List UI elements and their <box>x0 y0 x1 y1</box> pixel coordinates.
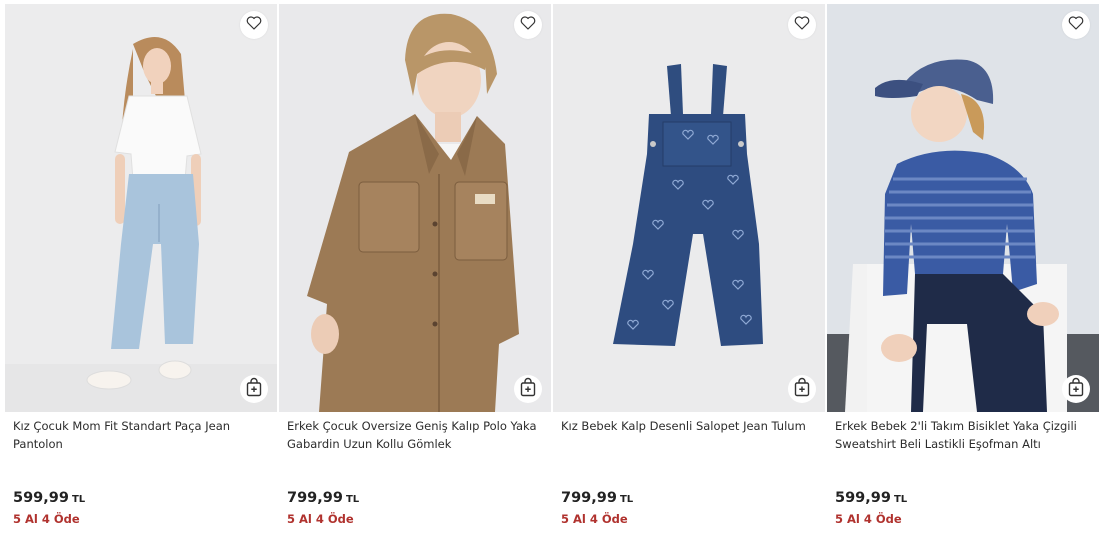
promo-label[interactable]: 5 Al 4 Öde <box>13 512 80 526</box>
price-value: 799,99 <box>287 490 343 506</box>
shopping-bag-plus-icon <box>793 377 811 401</box>
product-image[interactable] <box>827 4 1099 412</box>
product-grid: Kız Çocuk Mom Fit Standart Paça Jean Pan… <box>5 4 1099 534</box>
add-to-cart-button[interactable] <box>1062 375 1090 403</box>
product-title[interactable]: Kız Bebek Kalp Desenli Salopet Jean Tulu… <box>561 417 819 435</box>
product-image[interactable] <box>5 4 277 412</box>
promo-label[interactable]: 5 Al 4 Öde <box>287 512 354 526</box>
heart-outline-icon <box>245 14 263 36</box>
price-currency: TL <box>71 494 86 505</box>
product-card[interactable]: Erkek Bebek 2'li Takım Bisiklet Yaka Çiz… <box>827 4 1099 534</box>
shopping-bag-plus-icon <box>245 377 263 401</box>
promo-label[interactable]: 5 Al 4 Öde <box>561 512 628 526</box>
favorite-button[interactable] <box>240 11 268 39</box>
price-value: 599,99 <box>13 490 69 506</box>
product-title[interactable]: Erkek Çocuk Oversize Geniş Kalıp Polo Ya… <box>287 417 545 453</box>
product-card[interactable]: Kız Çocuk Mom Fit Standart Paça Jean Pan… <box>5 4 277 534</box>
add-to-cart-button[interactable] <box>788 375 816 403</box>
shopping-bag-plus-icon <box>519 377 537 401</box>
product-photo-denim-overalls <box>553 4 825 412</box>
product-price: 799,99 TL <box>287 490 359 506</box>
product-title[interactable]: Erkek Bebek 2'li Takım Bisiklet Yaka Çiz… <box>835 417 1093 453</box>
price-value: 799,99 <box>561 490 617 506</box>
product-title[interactable]: Kız Çocuk Mom Fit Standart Paça Jean Pan… <box>13 417 271 453</box>
price-currency: TL <box>619 494 634 505</box>
product-card[interactable]: Erkek Çocuk Oversize Geniş Kalıp Polo Ya… <box>279 4 551 534</box>
product-photo-boy-shirt <box>279 4 551 412</box>
product-price: 599,99 TL <box>13 490 85 506</box>
product-image[interactable] <box>279 4 551 412</box>
product-price: 799,99 TL <box>561 490 633 506</box>
heart-outline-icon <box>519 14 537 36</box>
shopping-bag-plus-icon <box>1067 377 1085 401</box>
price-value: 599,99 <box>835 490 891 506</box>
product-price: 599,99 TL <box>835 490 907 506</box>
heart-outline-icon <box>793 14 811 36</box>
favorite-button[interactable] <box>788 11 816 39</box>
favorite-button[interactable] <box>514 11 542 39</box>
product-image[interactable] <box>553 4 825 412</box>
heart-outline-icon <box>1067 14 1085 36</box>
add-to-cart-button[interactable] <box>514 375 542 403</box>
product-photo-baby-boy-sweatshirt <box>827 4 1099 412</box>
price-currency: TL <box>893 494 908 505</box>
favorite-button[interactable] <box>1062 11 1090 39</box>
add-to-cart-button[interactable] <box>240 375 268 403</box>
product-card[interactable]: Kız Bebek Kalp Desenli Salopet Jean Tulu… <box>553 4 825 534</box>
product-photo-girl-jeans <box>5 4 277 412</box>
promo-label[interactable]: 5 Al 4 Öde <box>835 512 902 526</box>
price-currency: TL <box>345 494 360 505</box>
